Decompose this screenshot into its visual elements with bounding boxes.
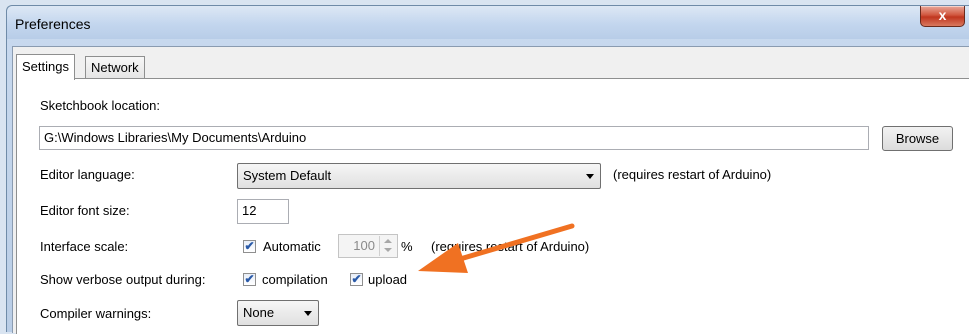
chevron-down-icon [304,311,312,316]
editor-language-value: System Default [243,168,332,183]
editor-language-note: (requires restart of Arduino) [613,167,772,182]
interface-scale-value: 100 [353,238,375,253]
compiler-warnings-dropdown[interactable]: None [237,300,319,326]
spinner-up-icon [384,239,392,243]
dialog-content: Settings Network Sketchbook location: G:… [12,46,969,334]
compilation-checkbox[interactable]: ✔ [243,273,256,286]
preferences-window: Preferences x Settings Network Sketchboo… [6,5,969,334]
close-button[interactable]: x [920,6,965,27]
browse-button[interactable]: Browse [882,126,953,151]
tab-network[interactable]: Network [85,56,145,79]
settings-panel: Sketchbook location: G:\Windows Librarie… [16,78,969,334]
spinner-buttons [379,236,396,256]
editor-language-dropdown[interactable]: System Default [237,163,601,189]
interface-scale-label: Interface scale: [40,239,129,254]
upload-label: upload [368,272,408,287]
editor-font-size-label: Editor font size: [40,203,130,218]
spinner-down-icon [384,248,392,252]
compiler-warnings-value: None [243,305,275,320]
interface-scale-spinner: 100 [338,234,398,258]
automatic-checkbox[interactable]: ✔ [243,240,256,253]
interface-scale-unit: % [401,239,413,254]
tab-settings[interactable]: Settings [16,54,75,80]
chevron-down-icon [586,174,594,179]
editor-font-size-input[interactable]: 12 [237,199,289,224]
compiler-warnings-label: Compiler warnings: [40,306,152,321]
sketchbook-location-label: Sketchbook location: [40,98,160,113]
window-title: Preferences [15,16,91,32]
editor-language-label: Editor language: [40,167,135,182]
upload-checkbox[interactable]: ✔ [350,273,363,286]
automatic-label: Automatic [263,239,321,254]
verbose-output-label: Show verbose output during: [40,272,206,287]
title-bar[interactable]: Preferences x [7,6,969,39]
sketchbook-location-input[interactable]: G:\Windows Libraries\My Documents\Arduin… [39,126,869,150]
compilation-label: compilation [262,272,328,287]
interface-scale-note: (requires restart of Arduino) [431,239,590,254]
